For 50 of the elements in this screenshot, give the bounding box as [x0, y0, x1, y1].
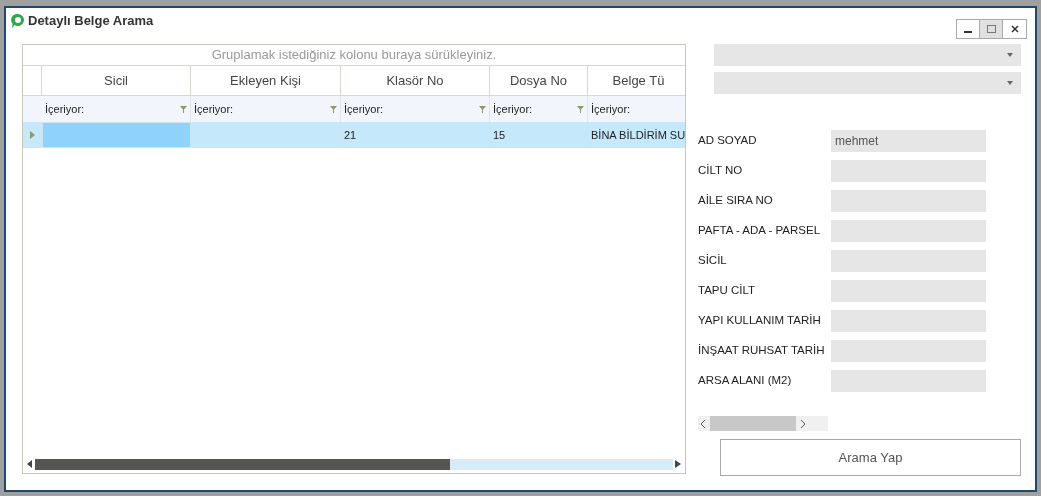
scroll-left-icon[interactable] [27, 460, 33, 468]
table-cell: BİNA BİLDİRİM SU [588, 122, 685, 148]
filter-icon[interactable] [330, 105, 337, 113]
scroll-right-icon[interactable] [675, 460, 681, 468]
filter-icon[interactable] [180, 105, 187, 113]
scroll-right-icon[interactable] [800, 419, 805, 428]
scroll-left-icon[interactable] [701, 419, 706, 428]
field-label: PAFTA - ADA - PARSEL [698, 223, 822, 239]
input-field[interactable] [831, 250, 986, 272]
input-field[interactable] [831, 340, 986, 362]
column-header[interactable]: Belge Tü [588, 66, 685, 95]
search-button[interactable]: Arama Yap [720, 439, 1021, 476]
filter-label: İçeriyor: [493, 101, 533, 117]
row-indicator-icon [30, 131, 35, 139]
field-label: CİLT NO [698, 163, 744, 179]
field-label: SİCİL [698, 253, 728, 269]
column-header[interactable]: Sicil [42, 66, 191, 95]
input-field[interactable] [831, 220, 986, 242]
input-field[interactable] [831, 310, 986, 332]
filter-label: İçeriyor: [591, 101, 631, 117]
caret-icon [1007, 81, 1013, 85]
caret-icon [1007, 53, 1013, 57]
close-icon [1010, 25, 1019, 33]
field-label: ARSA ALANI (M2) [698, 373, 793, 389]
field-label: İNŞAAT RUHSAT TARİH [698, 343, 826, 359]
column-header[interactable]: Dosya No [490, 66, 588, 95]
input-field[interactable] [831, 370, 986, 392]
input-field[interactable] [831, 190, 986, 212]
group-panel: Gruplamak istediğiniz kolonu buraya sürükleyiniz. [23, 45, 685, 66]
input-field[interactable] [831, 160, 986, 182]
filter-icon[interactable] [479, 105, 486, 113]
filter-label: İçeriyor: [344, 101, 384, 117]
table-cell: 21 [341, 122, 490, 148]
filter-label: İçeriyor: [45, 101, 85, 117]
input-field[interactable]: mehmet [831, 130, 986, 152]
field-label: YAPI KULLANIM TARİH [698, 313, 822, 329]
column-header[interactable]: Ekleyen Kişi [191, 66, 341, 95]
field-label: TAPU CİLT [698, 283, 757, 299]
input-field[interactable] [831, 280, 986, 302]
filter-icon[interactable] [577, 105, 584, 113]
app-logo-icon [10, 12, 26, 29]
field-label: AİLE SIRA NO [698, 193, 774, 209]
field-label: AD SOYAD [698, 133, 758, 149]
column-header[interactable]: Klasör No [341, 66, 490, 95]
window-title: Detaylı Belge Arama [28, 12, 154, 30]
table-cell: 15 [490, 122, 588, 148]
horizontal-scrollbar[interactable] [698, 416, 828, 431]
table-row[interactable]: 21 15 BİNA BİLDİRİM SU [23, 122, 685, 148]
maximize-icon [986, 25, 996, 33]
filter-label: İçeriyor: [194, 101, 234, 117]
